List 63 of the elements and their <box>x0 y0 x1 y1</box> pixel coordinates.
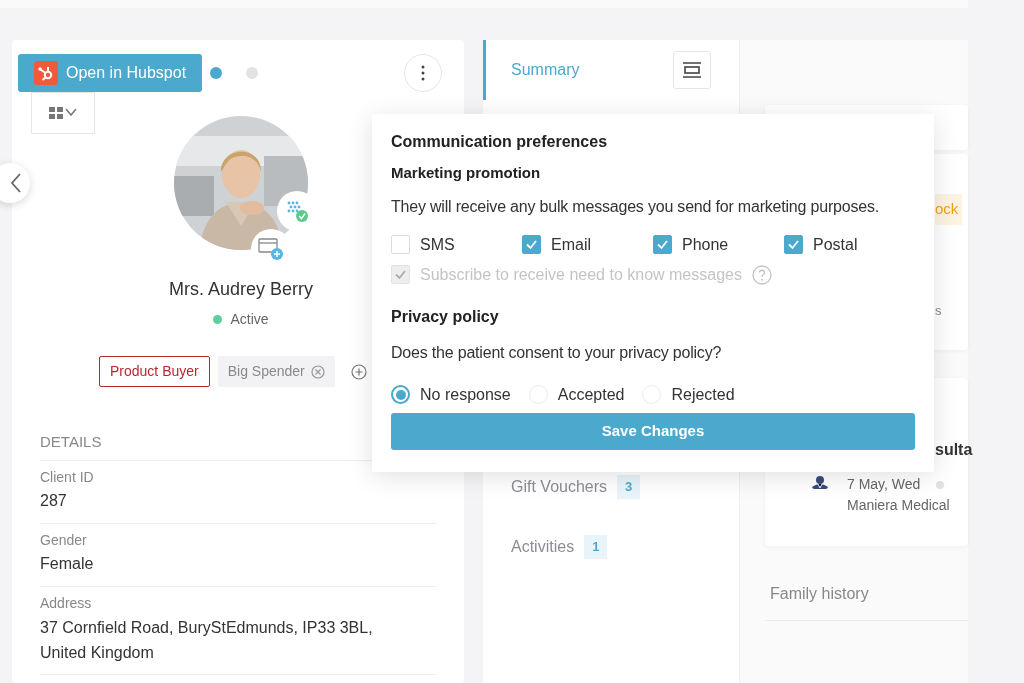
count-badge: 1 <box>584 535 608 559</box>
remove-tag-button[interactable] <box>310 364 325 379</box>
appointment-location: Maniera Medical <box>847 496 950 515</box>
save-changes-button[interactable]: Save Changes <box>391 412 915 450</box>
open-in-hubspot-button[interactable]: Open in Hubspot <box>18 54 203 92</box>
field-label: Address <box>40 594 93 614</box>
tag: Product Buyer <box>99 356 210 387</box>
field-value: 37 Cornfield Road, BuryStEdmunds, IP33 3BL, United Kingdom <box>40 617 374 663</box>
plus-circle-icon <box>350 363 367 380</box>
more-options-button[interactable] <box>404 54 442 92</box>
nav-tab[interactable]: Summary <box>483 40 586 100</box>
checkbox-label: SMS <box>420 234 455 255</box>
status-dot <box>213 315 223 324</box>
doctor-icon <box>809 474 831 490</box>
view-dropdown-button[interactable] <box>31 92 95 134</box>
collapse-icon <box>683 62 701 78</box>
checkbox[interactable] <box>653 235 672 254</box>
appointment-date: 7 May, Wed <box>847 475 921 494</box>
checkbox-label: Phone <box>682 234 729 255</box>
field-label: Gender <box>40 530 88 550</box>
close-circle-icon <box>310 364 325 379</box>
back-button[interactable] <box>0 163 30 203</box>
client-name: Mrs. Audrey Berry <box>168 279 313 299</box>
radio-label: Rejected <box>671 384 735 405</box>
sprocket-logo-icon <box>34 61 58 85</box>
pager-dot[interactable] <box>210 67 223 79</box>
checkbox[interactable] <box>522 235 541 254</box>
radio-label: No response <box>420 384 511 405</box>
popup-title: Communication preferences <box>391 132 609 152</box>
separator-dot <box>936 480 945 489</box>
card-plus-icon <box>258 237 284 261</box>
status-text: Active <box>230 310 269 329</box>
status-badge: ock <box>935 194 963 225</box>
section-heading: Privacy policy <box>391 306 500 327</box>
collapse-button[interactable] <box>673 51 711 89</box>
tag-label: Big Spender <box>227 362 305 381</box>
question-mark-icon <box>751 264 772 285</box>
kebab-icon <box>421 65 425 81</box>
radio-button[interactable] <box>391 385 410 404</box>
nav-tab[interactable]: Gift Vouchers 3 <box>483 457 647 517</box>
radio-dot-icon <box>395 389 406 400</box>
description-text: They will receive any bulk messages you send for marketing purposes. <box>391 196 880 217</box>
help-button[interactable] <box>751 264 772 285</box>
checkbox-label: Email <box>551 234 591 255</box>
field-label: Client ID <box>40 467 95 487</box>
checkbox[interactable] <box>784 235 803 254</box>
card-text: s <box>935 301 943 320</box>
chevron-left-icon <box>10 173 22 193</box>
appointment-title: sulta <box>935 440 973 460</box>
add-tag-button[interactable] <box>350 363 367 380</box>
checkbox-label: Postal <box>813 234 858 255</box>
count-badge: 3 <box>617 475 641 499</box>
checkbox-label: Subscribe to receive need to know messages <box>420 264 742 285</box>
pager-dot[interactable] <box>246 67 259 79</box>
synced-dots-icon <box>285 199 309 223</box>
field-value: Female <box>40 554 95 575</box>
section-heading: Marketing promotion <box>391 163 542 183</box>
field-value: 287 <box>40 491 68 512</box>
question-text: Does the patient consent to your privacy policy? <box>391 342 723 363</box>
nav-tab[interactable]: Activities 1 <box>483 517 614 577</box>
grid-caret-icon <box>49 106 77 120</box>
section-title: Family history <box>765 566 968 621</box>
radio-label: Accepted <box>557 384 625 405</box>
